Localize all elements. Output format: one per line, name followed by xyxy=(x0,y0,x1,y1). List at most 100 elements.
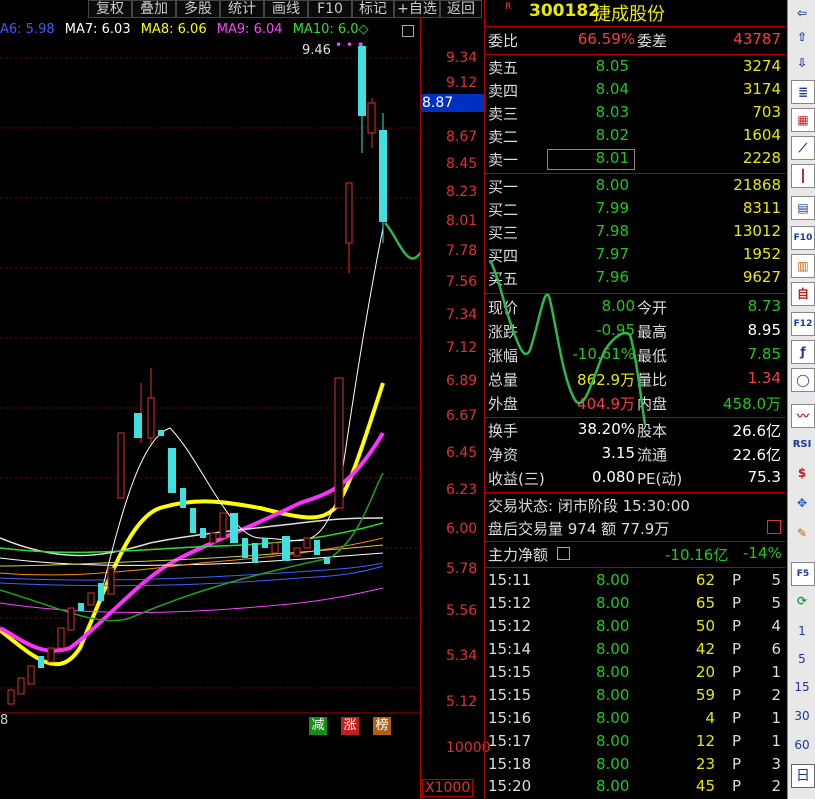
list-icon[interactable] xyxy=(557,547,570,560)
refresh-icon[interactable]: ⟳ xyxy=(791,590,813,612)
y-tick: 9.12 xyxy=(446,75,478,91)
left-x-label: 8 xyxy=(0,713,8,728)
bar-chart-icon[interactable] xyxy=(767,520,781,534)
period-5[interactable]: 5 xyxy=(791,648,813,670)
tick-row: 15:15 8.00 20 P 1 xyxy=(488,663,781,681)
period-1[interactable]: 1 xyxy=(791,620,813,642)
ask-row[interactable]: 卖一 8.01 2228 xyxy=(485,149,785,172)
y-tick: 6.89 xyxy=(446,373,478,389)
money-icon[interactable]: $ xyxy=(791,462,813,484)
toolbar-fuquan-button[interactable]: 复权 xyxy=(88,0,132,18)
tick-row: 15:12 8.00 50 P 4 xyxy=(488,617,781,635)
y-tick: 5.12 xyxy=(446,694,478,710)
arrow-left-icon[interactable]: ⇦ xyxy=(791,2,813,24)
tick-row: 15:15 8.00 59 P 2 xyxy=(488,686,781,704)
ask-row[interactable]: 卖二 8.02 1604 xyxy=(485,126,785,149)
f5-icon[interactable]: F5 xyxy=(791,562,815,586)
toolbar-diejia-button[interactable]: 叠加 xyxy=(132,0,176,18)
tick-row: 15:17 8.00 12 P 1 xyxy=(488,732,781,750)
y-tick: 9.34 xyxy=(446,50,478,66)
tick-row: 15:14 8.00 42 P 6 xyxy=(488,640,781,658)
rsi-icon[interactable]: RSI xyxy=(791,434,813,456)
candle-icon[interactable]: ┃ xyxy=(791,164,815,188)
report-icon[interactable]: ▥ xyxy=(791,254,815,278)
ask-row[interactable]: 卖五 8.05 3274 xyxy=(485,57,785,80)
ask-row[interactable]: 卖四 8.04 3174 xyxy=(485,80,785,103)
toolbar-tongji-button[interactable]: 统计 xyxy=(220,0,264,18)
toolbar-duogu-button[interactable]: 多股 xyxy=(176,0,220,18)
y-tick: 7.12 xyxy=(446,340,478,356)
y-tick: 6.45 xyxy=(446,445,478,461)
y-tick: 7.56 xyxy=(446,274,478,290)
tick-row: 15:16 8.00 4 P 1 xyxy=(488,709,781,727)
y-tick: 6.00 xyxy=(446,521,478,537)
trade-status: 交易状态: 闭市阶段 15:30:00 xyxy=(488,497,690,515)
weibi-row: 委比 66.59% 委差 43787 xyxy=(488,30,781,50)
main-flow-label: 主力净额 xyxy=(488,546,549,564)
y-tick: 7.34 xyxy=(446,307,478,323)
tick-row: 15:11 8.00 62 P 5 xyxy=(488,571,781,589)
arrow-up-icon[interactable]: ⇧ xyxy=(791,26,813,48)
move-icon[interactable]: ✥ xyxy=(791,492,813,514)
weicha-value: 43787 xyxy=(733,30,781,48)
tag-zhang[interactable]: 涨 xyxy=(341,717,359,735)
r-badge: R xyxy=(505,2,512,12)
svg-text:• • •: • • • xyxy=(335,38,364,52)
y-tick: 8.67 xyxy=(446,129,478,145)
quote-row: 净资 3.15 流通 22.6亿 xyxy=(488,444,781,464)
y-tick: 6.23 xyxy=(446,482,478,498)
tick-row: 15:20 8.00 45 P 2 xyxy=(488,777,781,795)
weibi-value: 66.59% xyxy=(577,30,635,48)
period-day[interactable]: 日 xyxy=(791,764,815,788)
period-60[interactable]: 60 xyxy=(791,734,813,756)
toolbar-biaoji-button[interactable]: 标记 xyxy=(352,0,394,18)
quote-row: 收益(三) 0.080 PE(动) 75.3 xyxy=(488,468,781,488)
line-chart-icon[interactable]: ⟋ xyxy=(791,136,815,160)
y-tick: 8.01 xyxy=(446,213,478,229)
ask-row[interactable]: 卖三 8.03 703 xyxy=(485,103,785,126)
bid-row[interactable]: 买二 7.99 8311 xyxy=(485,199,785,222)
grid-icon[interactable]: ▦ xyxy=(791,108,815,132)
main-flow-value: -10.16亿 xyxy=(665,546,729,564)
kline-chart[interactable]: 9.46 • • • 8 xyxy=(0,18,420,734)
period-30[interactable]: 30 xyxy=(791,705,813,727)
list-icon[interactable]: ≣ xyxy=(791,80,815,104)
tag-jian[interactable]: 减 xyxy=(309,717,327,735)
tick-row: 15:18 8.00 23 P 3 xyxy=(488,755,781,773)
top-toolbar: 复权 叠加 多股 统计 画线 F10 标记 +自选 返回 xyxy=(0,0,484,18)
tick-row: 15:12 8.00 65 P 5 xyxy=(488,594,781,612)
formula-icon[interactable]: ƒ xyxy=(791,340,815,364)
y-tick: 5.34 xyxy=(446,648,478,664)
period-15[interactable]: 15 xyxy=(791,676,813,698)
pen-icon[interactable]: ✎ xyxy=(791,522,813,544)
quote-panel: R 300182 捷成股份 委比 66.59% 委差 43787 卖五 8.05 3… xyxy=(484,0,787,799)
y-tick: 6.67 xyxy=(446,408,478,424)
current-price-marker: 8.87 xyxy=(420,94,486,112)
circle-icon[interactable]: ◯ xyxy=(791,368,815,392)
toolbar-huaxian-button[interactable]: 画线 xyxy=(264,0,308,18)
self-icon[interactable]: 自 xyxy=(791,282,815,306)
high-price-label: 9.46 xyxy=(302,43,331,58)
f12-icon[interactable]: F12 xyxy=(791,312,815,336)
right-toolbar: ⇦ ⇧ ⇩ ≣ ▦ ⟋ ┃ ▤ F10 ▥ 自 F12 ƒ ◯ 〰 RSI $ … xyxy=(787,0,815,799)
y-tick: 7.78 xyxy=(446,243,478,259)
toolbar-f10-button[interactable]: F10 xyxy=(308,0,352,18)
tag-bang[interactable]: 榜 xyxy=(373,717,391,735)
arrow-down-icon[interactable]: ⇩ xyxy=(791,52,813,74)
toolbar-back-button[interactable]: 返回 xyxy=(440,0,482,18)
y-tick: 8.23 xyxy=(446,184,478,200)
after-hours-volume: 盘后交易量 974 额 77.9万 xyxy=(488,520,670,538)
volume-unit-label: X1000 xyxy=(422,779,474,797)
wave-icon[interactable]: 〰 xyxy=(791,404,815,428)
main-flow-pct: -14% xyxy=(743,544,782,562)
f10-icon[interactable]: F10 xyxy=(791,226,815,250)
y-tick: 5.78 xyxy=(446,561,478,577)
y-tick: 8.45 xyxy=(446,156,478,172)
stock-code: 300182 xyxy=(529,1,600,21)
bid-row[interactable]: 买一 8.00 21868 xyxy=(485,176,785,199)
y-tick: 5.56 xyxy=(446,603,478,619)
page-icon[interactable]: ▤ xyxy=(791,196,815,220)
toolbar-zixuan-button[interactable]: +自选 xyxy=(394,0,440,18)
hand-drawn-annotation xyxy=(488,259,647,426)
stock-name: 捷成股份 xyxy=(593,4,665,25)
